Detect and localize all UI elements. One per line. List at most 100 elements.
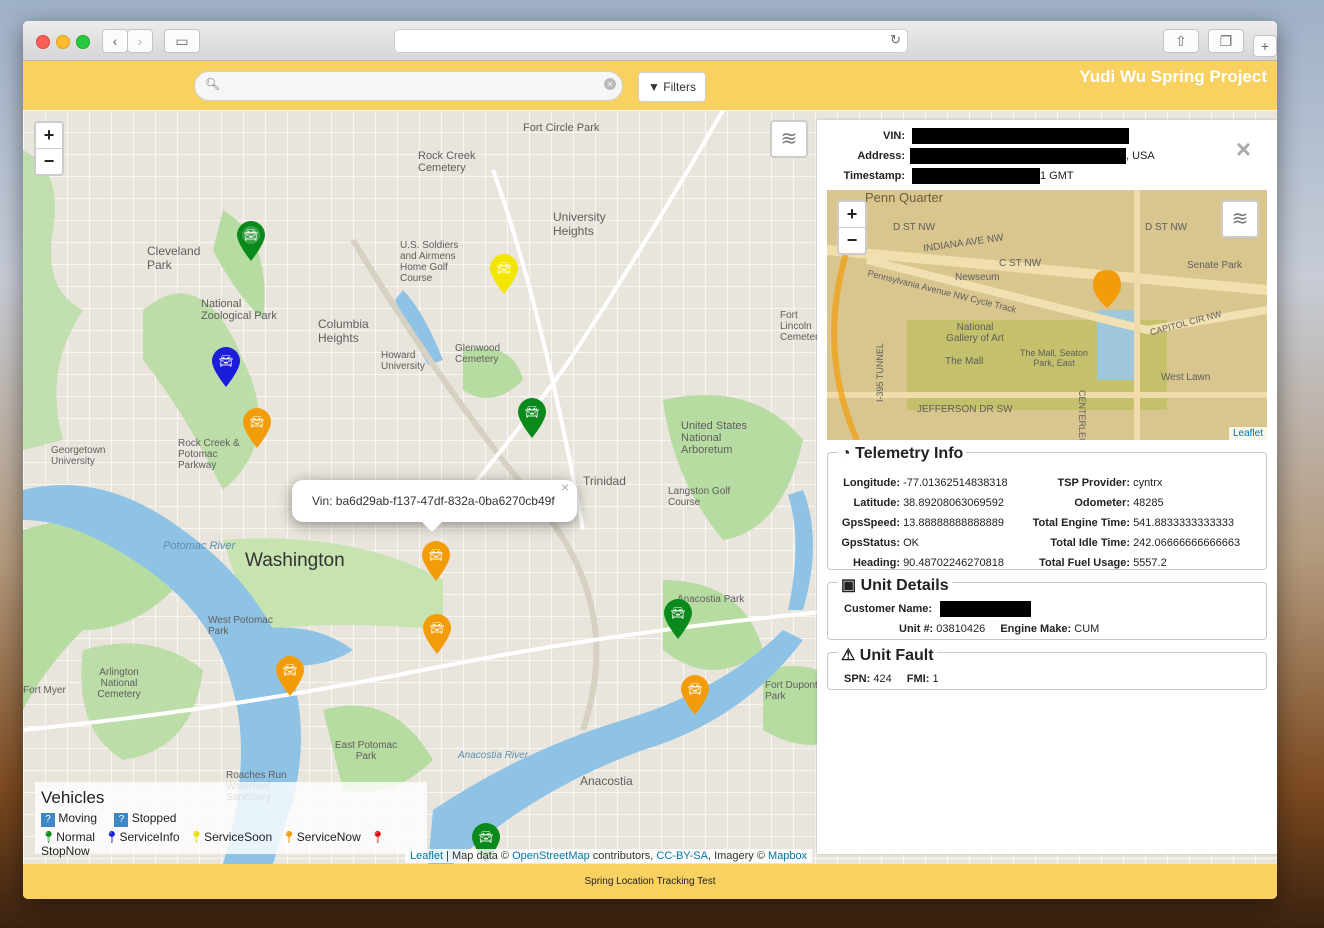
- mini-layers-button[interactable]: ≋: [1221, 200, 1259, 238]
- filters-button[interactable]: ▼ Filters: [638, 72, 706, 102]
- stopped-icon: ?: [114, 813, 129, 827]
- field-label: GpsStatus:: [841, 537, 900, 549]
- map-label: Columbia Heights: [318, 317, 369, 345]
- normal-pin-icon: 📍︎: [41, 830, 57, 844]
- car-icon: 🚘︎: [429, 621, 444, 635]
- clear-search-icon[interactable]: ×: [604, 78, 616, 90]
- forward-button[interactable]: ›: [127, 29, 153, 53]
- map-label: Glenwood Cemetery: [455, 343, 501, 365]
- osm-link[interactable]: OpenStreetMap: [512, 850, 590, 862]
- field-label: Longitude:: [843, 477, 900, 489]
- attrib-text: contributors,: [589, 850, 657, 862]
- mini-label: The Mall: [945, 356, 984, 367]
- unit-row: Unit #: 03810426 Engine Make: CUM: [899, 623, 1099, 635]
- vehicle-marker-orange-selected[interactable]: 🚘︎: [421, 540, 451, 582]
- idle-time-value: 242.06666666666663: [1133, 537, 1241, 549]
- browser-window: ‹ › ▭ ↻ ⇧ ❐ + 🔍︎ × ▼ Filters Yudi Wu Spr…: [23, 21, 1277, 899]
- telemetry-title: ◔ Telemetry Info: [838, 445, 967, 463]
- telemetry-title-text: Telemetry Info: [855, 445, 964, 462]
- map-label: Fort Myer: [23, 685, 66, 696]
- map-label: Potomac River: [163, 540, 236, 552]
- vehicle-marker-orange[interactable]: 🚘︎: [680, 674, 710, 716]
- map-label: United States National Arboretum: [681, 420, 748, 456]
- car-icon: 🚘︎: [218, 354, 233, 368]
- mini-label: The Mall, Seaton Park, East: [1019, 348, 1089, 368]
- legend-serviceinfo: ServiceInfo: [119, 830, 180, 844]
- zoom-window-button[interactable]: [76, 35, 90, 49]
- tabs-button[interactable]: ❐: [1208, 29, 1244, 53]
- leaflet-link[interactable]: Leaflet: [410, 850, 443, 862]
- vin-label: VIN:: [883, 130, 905, 142]
- legend-servicesoon: ServiceSoon: [204, 830, 273, 844]
- legend-stopped: Stopped: [131, 811, 177, 825]
- layers-button[interactable]: ≋: [770, 120, 808, 158]
- main-map[interactable]: Fort Circle Park Rock Creek Cemetery Uni…: [23, 110, 1277, 864]
- mini-zoom-out-button[interactable]: −: [839, 227, 865, 253]
- fmi-value: 1: [932, 673, 939, 685]
- mini-zoom-control: + −: [837, 200, 867, 255]
- vehicle-marker-orange[interactable]: 🚘︎: [242, 407, 272, 449]
- map-label: Anacostia: [580, 774, 633, 788]
- search-icon: 🔍︎: [205, 77, 221, 91]
- map-zoom-control: + −: [34, 121, 64, 176]
- vehicle-detail-panel: × VIN: Address: , USA Timestamp: 1 GMT P…: [817, 120, 1277, 854]
- layers-icon: ≋: [1231, 208, 1249, 230]
- telemetry-right: TSP Provider: cyntrx Odometer: 48285 Tot…: [1024, 473, 1241, 573]
- mini-label: I-395 TUNNEL: [875, 343, 885, 402]
- footer-text: Spring Location Tracking Test: [584, 876, 716, 887]
- mini-attribution[interactable]: Leaflet: [1228, 427, 1267, 440]
- panel-close-button[interactable]: ×: [1236, 134, 1251, 165]
- timestamp-label: Timestamp:: [843, 170, 905, 182]
- unit-fault-title: ⚠ Unit Fault: [838, 645, 937, 665]
- odometer-value: 48285: [1133, 497, 1164, 509]
- close-window-button[interactable]: [36, 35, 50, 49]
- mapbox-link[interactable]: Mapbox: [768, 850, 807, 862]
- unit-details-title: ▣ Unit Details: [838, 575, 952, 595]
- app-header: 🔍︎ × ▼ Filters Yudi Wu Spring Project: [23, 61, 1277, 110]
- vehicle-marker-orange[interactable]: 🚘︎: [275, 655, 305, 697]
- car-icon: 🚘︎: [243, 228, 258, 242]
- layers-icon: ≋: [780, 128, 798, 150]
- share-button[interactable]: ⇧: [1163, 29, 1199, 53]
- vehicle-marker-blue[interactable]: 🚘︎: [211, 346, 241, 388]
- tsp-provider-value: cyntrx: [1133, 477, 1163, 489]
- timestamp-redacted: [912, 168, 1040, 184]
- field-label: Total Idle Time:: [1050, 537, 1130, 549]
- mini-zoom-in-button[interactable]: +: [839, 202, 865, 227]
- license-link[interactable]: CC-BY-SA: [656, 850, 708, 862]
- mini-label: C ST NW: [999, 258, 1042, 269]
- address-bar[interactable]: ↻: [394, 29, 908, 53]
- vehicle-marker-green[interactable]: 🚘︎: [663, 598, 693, 640]
- legend-normal: Normal: [56, 830, 95, 844]
- vehicle-marker-green[interactable]: 🚘︎: [236, 220, 266, 262]
- vehicle-marker-yellow[interactable]: 🚘︎: [489, 253, 519, 295]
- address-redacted: [910, 148, 1126, 164]
- popup-close-icon[interactable]: ×: [561, 466, 569, 508]
- zoom-out-button[interactable]: −: [36, 148, 62, 174]
- minimize-window-button[interactable]: [56, 35, 70, 49]
- reload-icon[interactable]: ↻: [890, 32, 901, 48]
- sidebar-toggle-button[interactable]: ▭: [164, 29, 200, 53]
- search-input[interactable]: 🔍︎ ×: [194, 71, 623, 101]
- new-tab-button[interactable]: +: [1253, 35, 1277, 57]
- popup-vin: Vin: ba6d29ab-f137-47df-832a-0ba6270cb49…: [312, 494, 555, 508]
- mini-label: Penn Quarter: [865, 190, 944, 205]
- vehicle-marker-green[interactable]: 🚘︎: [517, 397, 547, 439]
- unit-number-value: 03810426: [936, 623, 986, 635]
- gpsstatus-value: OK: [903, 537, 919, 549]
- zoom-in-button[interactable]: +: [36, 123, 62, 148]
- map-label: Fort Circle Park: [523, 122, 600, 134]
- map-label: Howard University: [381, 350, 425, 372]
- field-label: GpsSpeed:: [841, 517, 900, 529]
- vehicle-popup: Vin: ba6d29ab-f137-47df-832a-0ba6270cb49…: [292, 479, 577, 532]
- car-icon: 🚘︎: [282, 663, 297, 677]
- map-label: Washington: [245, 550, 345, 571]
- vehicle-marker-orange[interactable]: 🚘︎: [422, 613, 452, 655]
- mini-map[interactable]: Penn Quarter D ST NW INDIANA AVE NW D ST…: [827, 190, 1267, 440]
- mini-label: National Gallery of Art: [946, 322, 1004, 344]
- car-icon: 🚘︎: [249, 415, 264, 429]
- back-button[interactable]: ‹: [102, 29, 128, 53]
- map-label: Langston Golf Course: [668, 486, 731, 508]
- stopnow-pin-icon: 📍︎: [370, 830, 386, 844]
- heading-value: 90.48702246270818: [903, 557, 1005, 569]
